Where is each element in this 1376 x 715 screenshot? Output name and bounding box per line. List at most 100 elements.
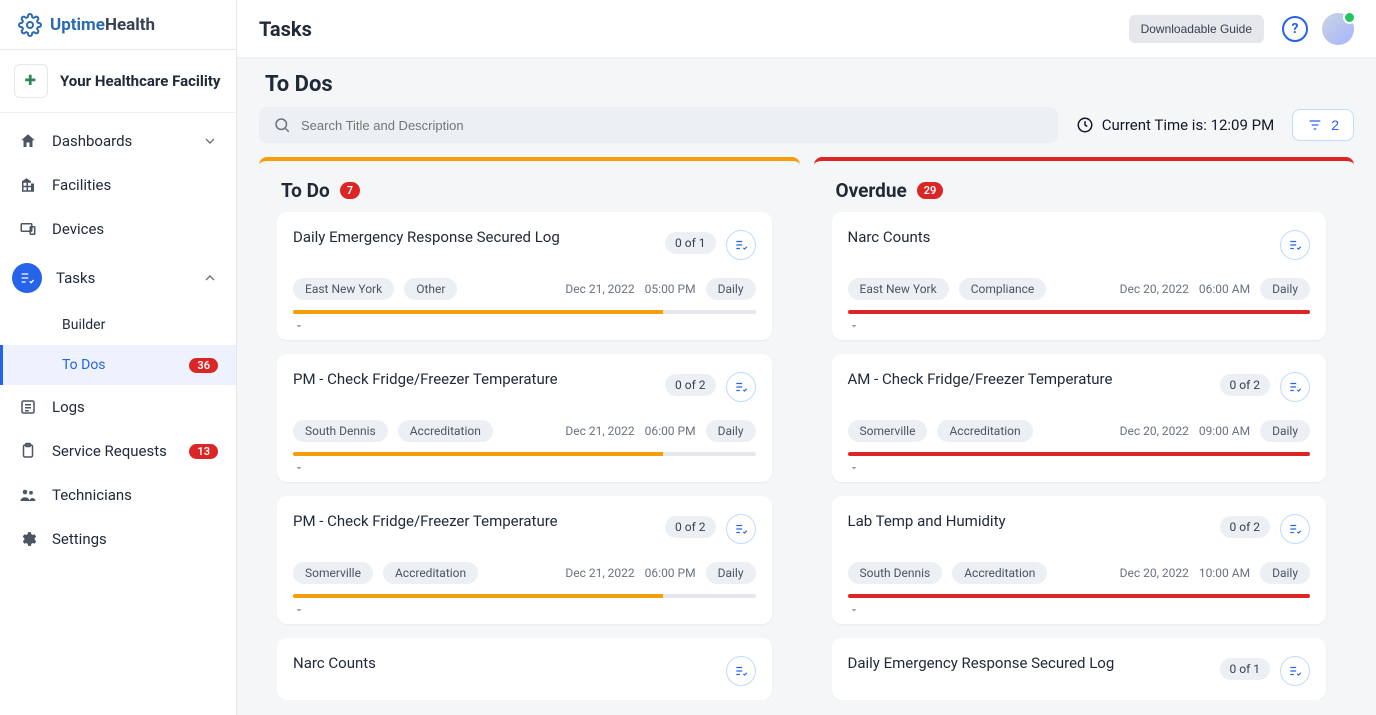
column-count-badge: 7 [340,182,360,199]
task-action-button[interactable] [726,514,756,544]
caret-down-icon [293,604,305,616]
facility-name: Your Healthcare Facility [60,72,220,90]
todos-count-badge: 36 [189,358,218,373]
sidebar-item-label: Builder [62,317,105,333]
task-action-button[interactable] [1280,514,1310,544]
filter-button[interactable]: 2 [1292,109,1354,141]
task-count-pill: 0 of 2 [665,374,715,396]
task-card[interactable]: PM - Check Fridge/Freezer Temperature0 o… [277,354,772,482]
sidebar-item-label: To Dos [62,357,106,373]
task-date: Dec 20, 2022 [1120,424,1189,438]
sidebar-item-label: Tasks [56,269,95,287]
task-card[interactable]: AM - Check Fridge/Freezer Temperature0 o… [832,354,1327,482]
task-card[interactable]: PM - Check Fridge/Freezer Temperature 0 o… [277,496,772,624]
devices-icon [18,219,38,239]
checklist-icon [1288,664,1302,678]
sidebar-item-facilities[interactable]: Facilities [0,163,236,207]
task-tag: South Dennis [293,420,388,442]
task-expand-toggle[interactable] [293,314,756,340]
task-action-button[interactable] [726,230,756,260]
filter-count: 2 [1331,117,1339,133]
task-date: Dec 21, 2022 [565,282,634,296]
sidebar-item-label: Dashboards [52,132,132,150]
building-icon [18,175,38,195]
task-date: Dec 21, 2022 [565,566,634,580]
facility-selector[interactable]: ✚ Your Healthcare Facility [0,50,236,113]
task-count-pill: 0 of 1 [1220,658,1270,680]
sidebar-item-settings[interactable]: Settings [0,517,236,561]
task-action-button[interactable] [1280,230,1310,260]
column-title: To Do [281,179,330,202]
sidebar-item-logs[interactable]: Logs [0,385,236,429]
task-action-button[interactable] [1280,372,1310,402]
task-action-button[interactable] [726,656,756,686]
gear-icon [18,13,42,37]
task-title: Narc Counts [848,226,1271,246]
task-time: 10:00 AM [1199,566,1250,580]
clock-icon [1076,116,1094,134]
task-card[interactable]: Narc Counts East New York Compliance Dec 20… [832,212,1327,340]
sidebar-item-dashboards[interactable]: Dashboards [0,119,236,163]
people-icon [18,485,38,505]
task-card[interactable]: Daily Emergency Response Secured Log0 of… [277,212,772,340]
task-expand-toggle[interactable] [848,314,1311,340]
sidebar-item-technicians[interactable]: Technicians [0,473,236,517]
sidebar-item-label: Settings [52,530,107,548]
task-count-pill: 0 of 2 [1220,374,1270,396]
sidebar-item-service-requests[interactable]: Service Requests 13 [0,429,236,473]
task-time: 06:00 PM [645,566,696,580]
user-avatar[interactable] [1322,13,1354,45]
task-frequency: Daily [706,420,756,442]
sidebar-subitem-todos[interactable]: To Dos 36 [0,345,236,385]
task-tag: Compliance [959,278,1047,300]
overdue-cards-list[interactable]: Narc Counts East New York Compliance Dec 20… [832,212,1345,700]
list-icon [18,397,38,417]
page-title: Tasks [259,17,312,41]
column-title: Overdue [836,179,907,202]
checklist-icon [734,522,748,536]
help-button[interactable]: ? [1282,16,1308,42]
task-count-pill: 0 of 2 [665,516,715,538]
task-frequency: Daily [706,278,756,300]
filter-icon [1307,117,1323,133]
caret-down-icon [848,604,860,616]
search-input[interactable] [301,118,1044,133]
sidebar-item-tasks[interactable]: Tasks [0,251,236,305]
checklist-icon [734,238,748,252]
task-expand-toggle[interactable] [293,456,756,482]
todo-cards-list[interactable]: Daily Emergency Response Secured Log0 of… [277,212,790,700]
checklist-icon [734,664,748,678]
task-title: PM - Check Fridge/Freezer Temperature [293,510,655,530]
sidebar-subitem-builder[interactable]: Builder [0,305,236,345]
task-count-pill: 0 of 2 [1220,516,1270,538]
task-action-button[interactable] [726,372,756,402]
search-box[interactable] [259,107,1058,143]
brand-logo[interactable]: UptimeHealth [0,0,236,50]
task-time: 05:00 PM [645,282,696,296]
task-card[interactable]: Daily Emergency Response Secured Log0 of… [832,638,1327,700]
caret-down-icon [293,462,305,474]
task-card[interactable]: Narc Counts [277,638,772,700]
settings-icon [18,529,38,549]
task-action-button[interactable] [1280,656,1310,686]
downloadable-guide-button[interactable]: Downloadable Guide [1129,15,1264,43]
task-card[interactable]: Lab Temp and Humidity0 of 2South DennisA… [832,496,1327,624]
task-expand-toggle[interactable] [848,598,1311,624]
content: To Dos Current Time is: 12:09 PM [237,58,1376,715]
sidebar-item-label: Service Requests [52,442,167,460]
tasks-icon [17,268,37,288]
checklist-icon [1288,380,1302,394]
home-icon [18,131,38,151]
chevron-up-icon [202,270,218,286]
task-time: 06:00 AM [1199,282,1250,296]
task-tag: East New York [848,278,949,300]
task-date: Dec 20, 2022 [1120,282,1189,296]
task-time: 09:00 AM [1199,424,1250,438]
task-count-pill: 0 of 1 [665,232,715,254]
task-expand-toggle[interactable] [848,456,1311,482]
task-expand-toggle[interactable] [293,598,756,624]
sidebar-item-devices[interactable]: Devices [0,207,236,251]
current-time-value: 12:09 PM [1211,116,1275,134]
column-todo: To Do 7 Daily Emergency Response Secured… [259,157,800,700]
column-count-badge: 29 [917,182,944,199]
